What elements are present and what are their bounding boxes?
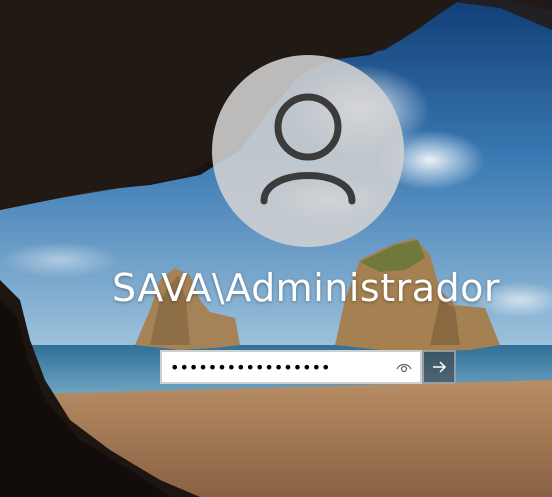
- submit-button[interactable]: [422, 350, 456, 384]
- user-avatar: [212, 55, 404, 247]
- password-row: •••••••••••••••••: [160, 350, 456, 384]
- arrow-right-icon: [433, 361, 447, 373]
- password-field[interactable]: •••••••••••••••••: [160, 350, 422, 384]
- user-icon: [260, 93, 356, 205]
- password-value: •••••••••••••••••: [170, 358, 331, 377]
- username-label: SAVA\Administrador: [111, 266, 501, 310]
- eye-icon[interactable]: [396, 361, 412, 375]
